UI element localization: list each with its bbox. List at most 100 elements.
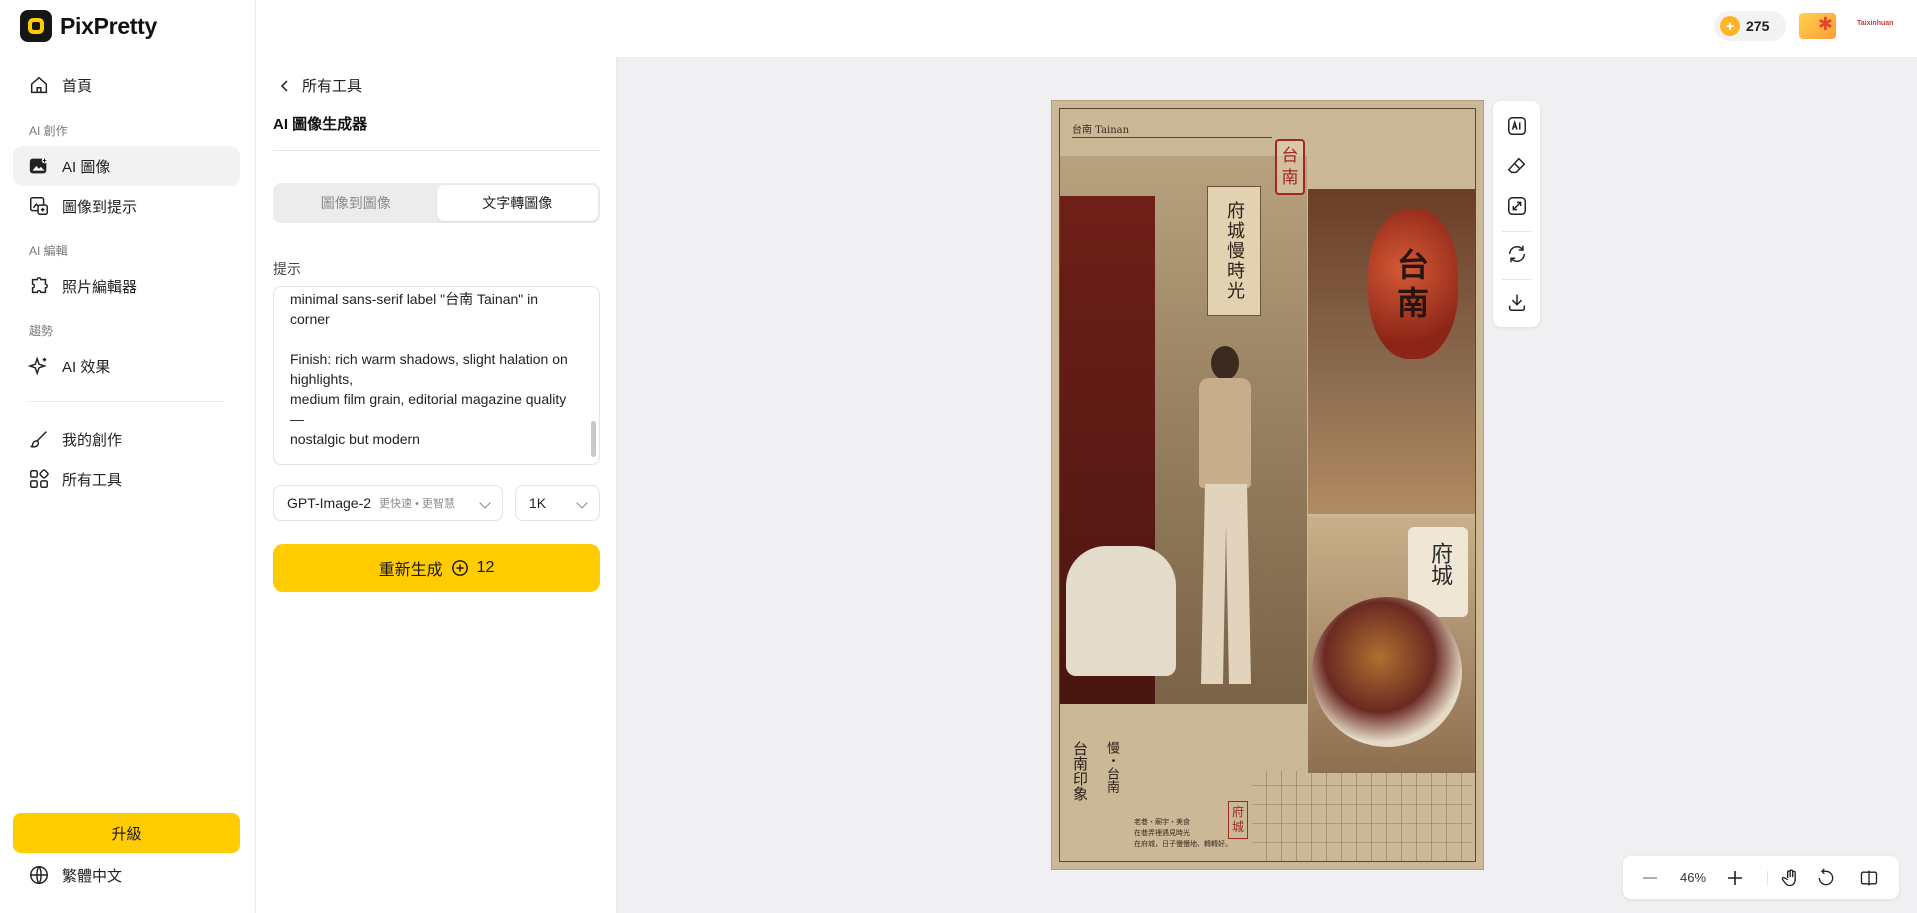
zoom-divider	[1767, 871, 1768, 885]
credits-count: 275	[1746, 18, 1770, 34]
model-name: GPT-Image-2	[287, 495, 372, 511]
sidebar-item-image-to-prompt[interactable]: 圖像到提示	[13, 186, 240, 226]
tab-text-to-image[interactable]: 文字轉圖像	[436, 185, 598, 221]
prompt-label: 提示	[273, 261, 301, 277]
image-prompt-icon	[30, 197, 48, 215]
regenerate-cost: 12	[476, 559, 495, 576]
chevron-down-icon	[479, 497, 491, 509]
poster-caption: 台南 Tainan	[1072, 125, 1130, 136]
chevron-down-icon	[576, 497, 588, 509]
minus-icon	[1643, 877, 1657, 879]
chevron-left-icon	[280, 79, 288, 92]
sidebar-item-ai-effects[interactable]: AI 效果	[13, 346, 240, 386]
rotate-ccw-icon	[1818, 868, 1834, 886]
compare-button[interactable]	[1858, 867, 1880, 889]
download-icon	[1508, 294, 1526, 311]
poster-footer-subtitle: 慢・台南	[1104, 741, 1119, 793]
back-link-label: 所有工具	[302, 78, 363, 95]
back-to-all-tools-link[interactable]: 所有工具	[278, 75, 362, 96]
expand-icon	[1508, 197, 1526, 215]
image-action-toolbar	[1493, 101, 1540, 327]
tool-panel: 所有工具 AI 圖像生成器 圖像到圖像 文字轉圖像 提示 minimal san…	[257, 57, 617, 913]
sidebar-item-label: 圖像到提示	[62, 198, 138, 216]
upscale-button[interactable]	[1504, 193, 1530, 219]
coin-icon: +	[1720, 16, 1740, 36]
eraser-button[interactable]	[1504, 153, 1530, 179]
sidebar-item-label: 照片編輯器	[62, 278, 138, 296]
promo-gift-icon[interactable]	[1799, 13, 1836, 39]
prompt-textarea[interactable]: minimal sans-serif label "台南 Tainan" in …	[273, 286, 600, 465]
plus-icon	[1728, 871, 1742, 885]
canvas-area: 台南 Tainan 府城慢時光 台 南 台 南 府城 台南印象 慢・台南 老巷・…	[617, 57, 1917, 913]
app-name: PixPretty	[60, 12, 158, 39]
divider	[273, 150, 600, 151]
red-seal-stamp: 台 南	[1275, 139, 1305, 195]
sidebar-item-label: 我的創作	[62, 431, 123, 449]
logo-icon	[20, 10, 52, 42]
poster-rule	[1072, 137, 1272, 138]
sidebar-item-ai-image[interactable]: AI 圖像	[13, 146, 240, 186]
section-label-ai-create: AI 創作	[29, 124, 68, 138]
language-label: 繁體中文	[62, 867, 123, 885]
prompt-scrollbar[interactable]	[591, 421, 596, 457]
upgrade-button[interactable]: 升級	[13, 813, 240, 853]
split-view-icon	[1860, 870, 1878, 886]
cup-text: 府城	[1427, 542, 1452, 586]
sidebar-item-photo-editor[interactable]: 照片編輯器	[13, 266, 240, 306]
sparkles-icon	[28, 356, 47, 376]
zoom-out-button[interactable]	[1639, 867, 1661, 889]
zoom-level: 46%	[1679, 870, 1707, 885]
woman-figure	[1185, 346, 1265, 686]
sidebar-item-label: AI 效果	[62, 358, 111, 376]
ai-icon	[1508, 117, 1526, 135]
puzzle-icon	[31, 277, 48, 294]
section-label-ai-edit: AI 編輯	[29, 244, 68, 258]
reset-view-button[interactable]	[1815, 867, 1837, 889]
home-icon	[30, 76, 48, 94]
generated-image[interactable]: 台南 Tainan 府城慢時光 台 南 台 南 府城 台南印象 慢・台南 老巷・…	[1051, 100, 1484, 870]
regenerate-image-button[interactable]	[1504, 241, 1530, 267]
sidebar-item-home[interactable]: 首頁	[13, 65, 240, 105]
prompt-text: minimal sans-serif label "台南 Tainan" in …	[290, 291, 568, 447]
section-label-trends: 趨勢	[29, 324, 54, 338]
wall-sign: 府城慢時光	[1207, 186, 1261, 316]
app-logo[interactable]: PixPretty	[20, 10, 157, 42]
red-lantern: 台 南	[1368, 209, 1458, 359]
grid-icon	[30, 469, 49, 488]
mode-tabs: 圖像到圖像 文字轉圖像	[273, 183, 600, 223]
resolution-select[interactable]: 1K	[515, 485, 600, 521]
shaved-ice-bowl	[1312, 597, 1462, 747]
model-subtitle: 更快速 • 更智慧	[379, 498, 455, 510]
model-select[interactable]: GPT-Image-2 更快速 • 更智慧	[273, 485, 503, 521]
zoom-in-button[interactable]	[1724, 867, 1746, 889]
toolbar-divider	[1502, 279, 1531, 280]
resolution-value: 1K	[529, 495, 547, 511]
pan-tool-button[interactable]	[1780, 867, 1802, 889]
top-header	[257, 0, 1917, 57]
zoom-toolbar: 46%	[1623, 856, 1899, 899]
globe-icon	[30, 866, 48, 884]
hand-icon	[1781, 869, 1796, 887]
language-selector[interactable]: 繁體中文	[28, 864, 122, 886]
brush-icon	[30, 431, 47, 448]
regenerate-button[interactable]: 重新生成 12	[273, 544, 600, 592]
nav-divider	[29, 401, 225, 402]
photo-lantern: 台 南	[1308, 189, 1475, 514]
page-title: AI 圖像生成器	[273, 116, 368, 133]
ai-edit-button[interactable]	[1504, 113, 1530, 139]
sidebar: PixPretty 首頁 AI 創作 AI 圖像 圖像到提示 AI 編輯 照片編…	[0, 0, 256, 913]
sidebar-item-all-tools[interactable]: 所有工具	[13, 459, 240, 499]
sidebar-item-my-creations[interactable]: 我的創作	[13, 419, 240, 459]
photo-woman-alley: 府城慢時光	[1060, 156, 1307, 704]
sidebar-item-label: 首頁	[62, 77, 93, 95]
download-button[interactable]	[1504, 289, 1530, 315]
image-sparkle-icon	[29, 157, 48, 174]
small-seal-stamp: 府 城	[1228, 801, 1248, 839]
poster-footer-title: 台南印象	[1071, 741, 1089, 801]
credits-badge[interactable]: + 275	[1714, 11, 1786, 41]
sidebar-item-label: AI 圖像	[62, 158, 111, 176]
tab-image-to-image[interactable]: 圖像到圖像	[275, 185, 437, 221]
credit-plus-icon	[451, 560, 468, 576]
user-brand-logo[interactable]: Taixinhuan	[1857, 20, 1893, 27]
toolbar-divider	[1502, 231, 1531, 232]
